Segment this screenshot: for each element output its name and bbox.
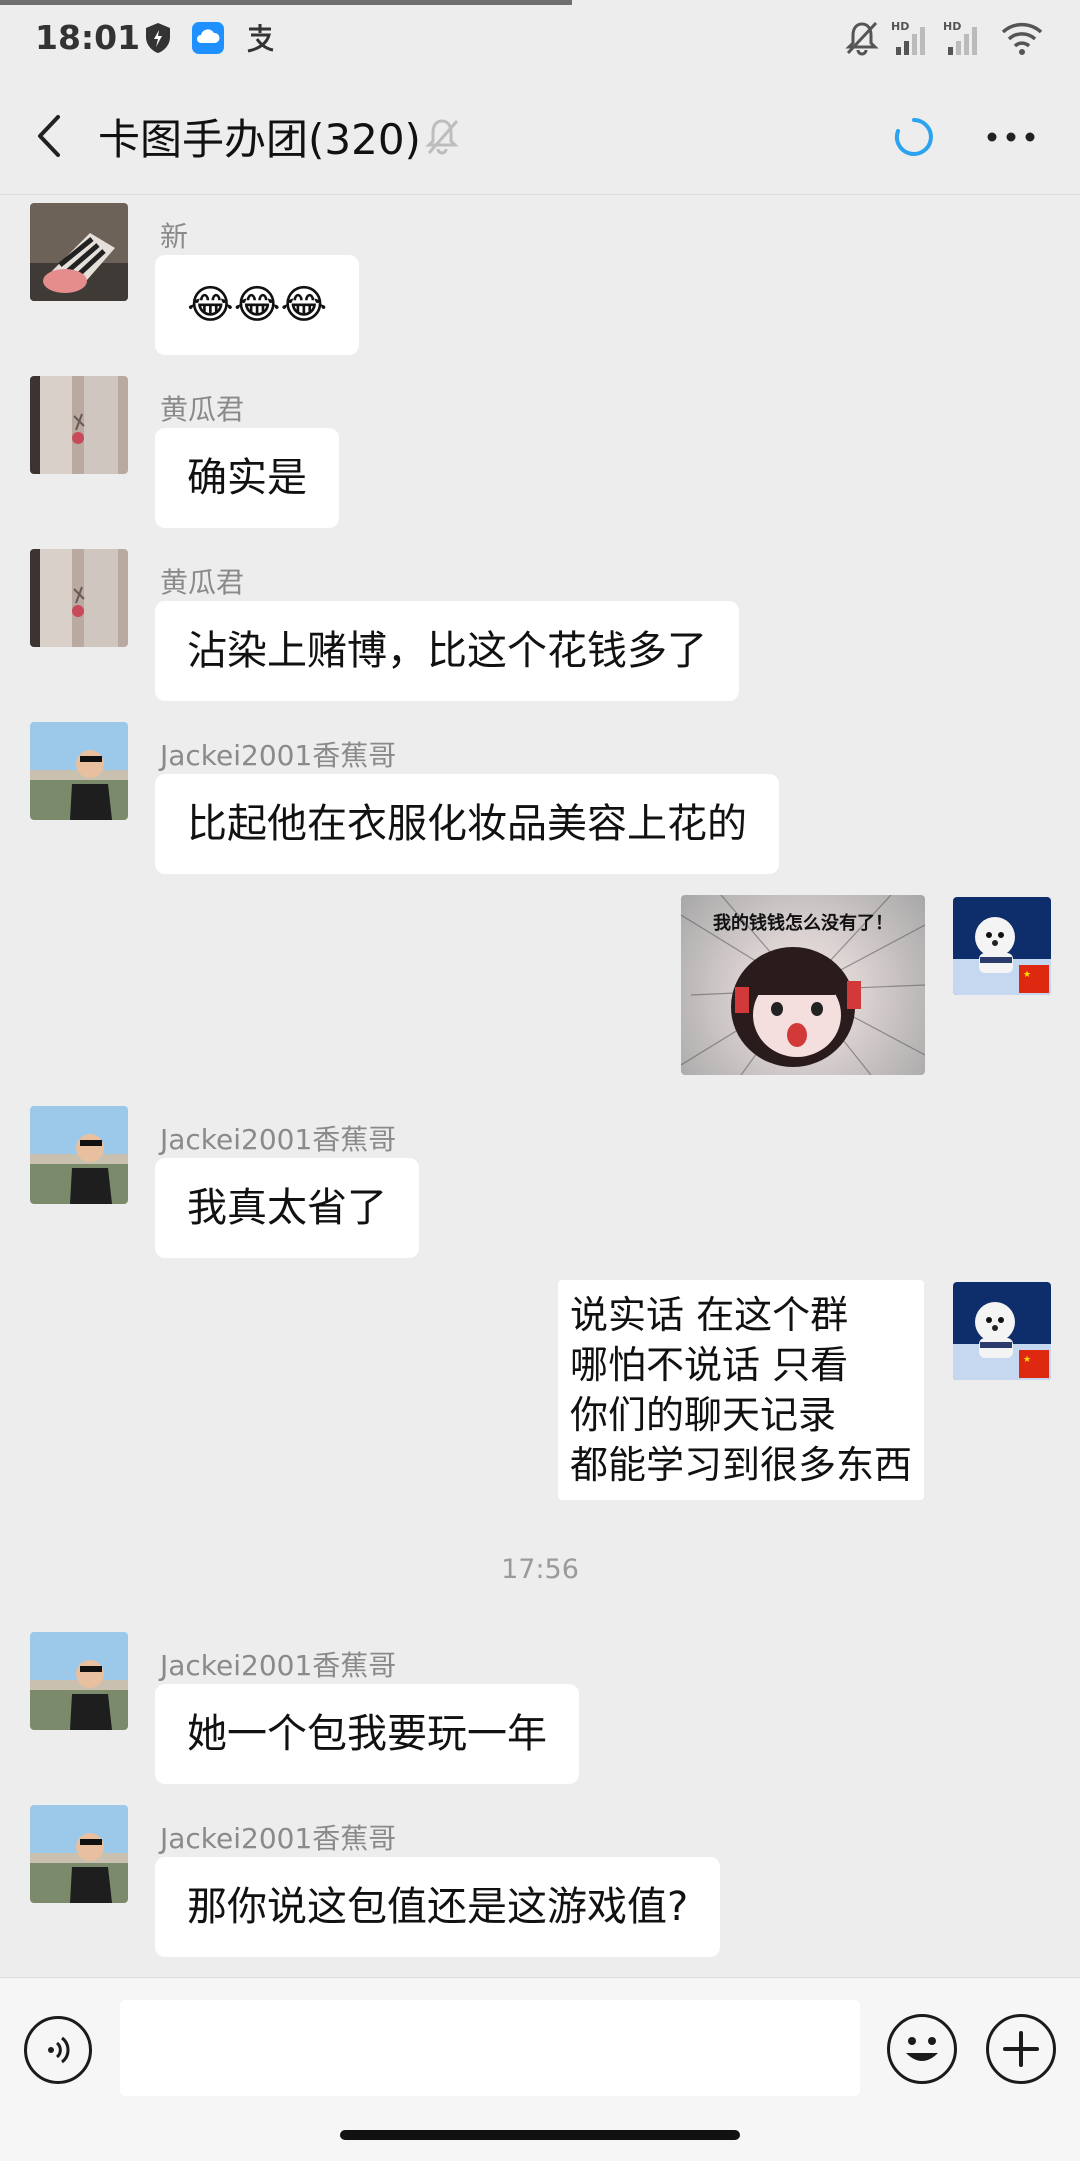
plus-icon [1003,2031,1039,2067]
status-time: 18:01 [35,18,141,57]
signal-hd-icon: HD [890,20,930,56]
svg-text:★: ★ [1023,970,1031,980]
time-divider: 17:56 [501,1554,579,1585]
sender-name: Jackei2001香蕉哥 [160,1123,397,1156]
more-button[interactable] [978,116,1044,158]
message-bubble[interactable]: 说实话 在这个群 哪怕不说话 只看 你们的聊天记录 都能学习到很多东西 [558,1280,925,1500]
avatar[interactable]: ★ [953,897,1051,995]
message-bubble[interactable]: 我真太省了 [155,1158,419,1258]
home-indicator[interactable] [340,2130,740,2140]
more-icon [987,132,1035,142]
status-bar: 18:01 HD HD [0,0,1080,78]
avatar[interactable] [30,1805,128,1903]
message-line: 都能学习到很多东西 [570,1443,913,1487]
message-bubble[interactable]: 确实是 [155,428,339,528]
message-line: 哪怕不说话 只看 [570,1343,849,1387]
voice-icon [48,2036,70,2064]
sender-name: Jackei2001香蕉哥 [160,739,397,772]
mute-bell-icon [844,20,880,56]
sender-name: Jackei2001香蕉哥 [160,1649,397,1682]
svg-text:HD: HD [891,20,909,33]
avatar[interactable] [30,549,128,647]
avatar[interactable] [30,722,128,820]
voice-button[interactable] [24,2016,92,2084]
emoji-button[interactable] [887,2014,957,2084]
sender-name: 黄瓜君 [160,393,245,426]
svg-text:★: ★ [1023,1355,1031,1365]
sticker-image[interactable]: 我的钱钱怎么没有了！ [681,895,925,1075]
avatar[interactable] [30,1632,128,1730]
bell-muted-icon [425,119,459,155]
signal-hd-icon: HD [942,20,982,56]
back-icon [38,115,60,157]
avatar[interactable] [30,1106,128,1204]
avatar[interactable] [30,376,128,474]
wifi-icon [1000,20,1044,56]
emoji-icon [906,2037,938,2061]
message-bubble[interactable]: 😂😂😂 [155,255,360,355]
message-bubble[interactable]: 比起他在衣服化妆品美容上花的 [155,774,779,874]
avatar[interactable] [30,203,128,301]
message-input[interactable] [120,2000,860,2096]
message-list[interactable]: 新 😂😂😂 黄瓜君 确实是 黄瓜君 沾染上赌博，比这个花钱多了 Jackei20… [0,195,1080,1977]
sender-name: 黄瓜君 [160,566,245,599]
shield-icon [140,20,176,56]
alipay-icon [242,20,278,56]
message-line: 你们的聊天记录 [570,1393,837,1437]
chat-header: 卡图手办团(320) [0,78,1080,195]
message-bubble[interactable]: 那你说这包值还是这游戏值? [155,1857,721,1957]
svg-text:HD: HD [943,20,961,33]
message-bubble[interactable]: 她一个包我要玩一年 [155,1684,579,1784]
message-bubble[interactable]: 沾染上赌博，比这个花钱多了 [155,601,739,701]
avatar[interactable]: ★ [953,1282,1051,1380]
back-button[interactable] [26,108,72,164]
sender-name: 新 [160,220,189,253]
sticker-caption: 我的钱钱怎么没有了！ [713,913,893,934]
loading-icon [894,118,933,156]
sender-name: Jackei2001香蕉哥 [160,1822,397,1855]
message-line: 说实话 在这个群 [570,1293,849,1337]
chat-title[interactable]: 卡图手办团(320) [98,106,421,167]
plus-button[interactable] [986,2014,1056,2084]
cloud-icon [190,20,226,56]
